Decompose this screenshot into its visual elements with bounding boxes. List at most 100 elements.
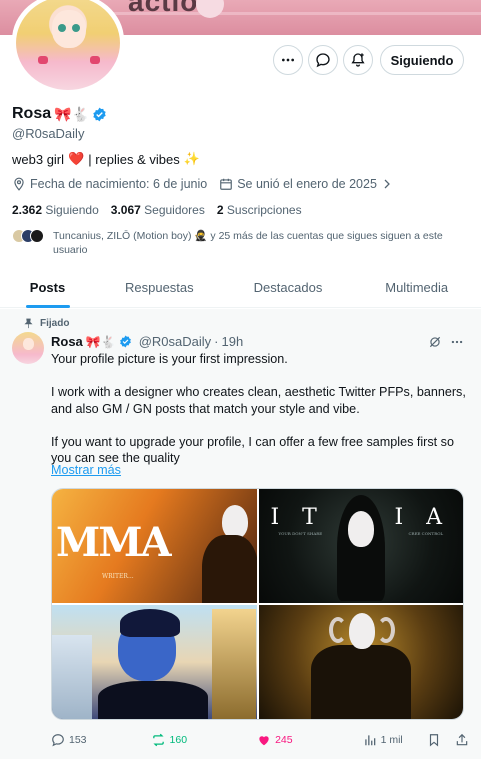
media-image-1-mask xyxy=(222,505,248,539)
reply-count: 153 xyxy=(69,734,87,746)
profile-name-emoji: 🎀🐇 xyxy=(54,105,89,122)
media-image-4-horn-left xyxy=(328,617,347,643)
bio-sparkle-emoji: ✨ xyxy=(183,151,200,166)
post-separator: · xyxy=(214,334,219,349)
avatar-bow-right xyxy=(90,56,100,64)
post-avatar-face xyxy=(23,338,34,350)
reply-button[interactable]: 153 xyxy=(51,733,87,747)
tab-posts[interactable]: Posts xyxy=(0,268,95,307)
post-text: Your profile picture is your first impre… xyxy=(51,352,466,465)
tab-replies[interactable]: Respuestas xyxy=(95,268,224,307)
subs-label: Suscripciones xyxy=(226,203,302,217)
post-author-name[interactable]: Rosa xyxy=(51,334,83,349)
profile-avatar[interactable] xyxy=(12,0,124,90)
avatar-bow-left xyxy=(38,56,48,64)
following-count: 2.362 xyxy=(12,203,43,217)
media-image-1-sub: WRITER... xyxy=(102,573,134,580)
followers-stat[interactable]: 3.067 Seguidores xyxy=(111,203,205,217)
repost-icon xyxy=(152,733,164,747)
media-image-3-body xyxy=(98,681,208,719)
chevron-right-icon[interactable] xyxy=(381,178,393,190)
like-count: 245 xyxy=(275,734,293,746)
media-image-3-hair xyxy=(120,609,180,637)
message-button[interactable] xyxy=(308,45,338,75)
bell-plus-icon xyxy=(351,53,365,67)
post-author-emoji: 🎀🐇 xyxy=(85,334,116,349)
following-button[interactable]: Siguiendo xyxy=(380,45,464,75)
media-image-4-horn-right xyxy=(376,617,395,643)
known-followers-emoji: 🥷 xyxy=(194,230,208,242)
media-image-3[interactable] xyxy=(52,605,257,719)
media-image-2-caption-left: YOUR DON'T SHARE xyxy=(278,531,323,536)
notifications-button[interactable] xyxy=(343,45,373,75)
tab-media[interactable]: Multimedia xyxy=(352,268,481,307)
subscriptions-stat[interactable]: 2 Suscripciones xyxy=(217,203,302,217)
bookmark-icon xyxy=(429,734,439,747)
media-image-2-title-left: I T xyxy=(270,505,325,530)
profile-bio: web3 girl ❤️ | replies & vibes ✨ xyxy=(12,151,200,167)
post-header: Rosa 🎀🐇 @R0saDaily · 19h xyxy=(51,334,243,349)
profile-tabs: Posts Respuestas Destacados Multimedia xyxy=(0,268,481,308)
verified-badge-icon xyxy=(93,107,106,121)
birthday-text: Fecha de nacimiento: 6 de junio xyxy=(30,177,208,191)
bio-text-right: | replies & vibes xyxy=(88,151,180,167)
show-more-link[interactable]: Mostrar más xyxy=(51,463,121,477)
location-pin-icon xyxy=(14,177,24,191)
tab-highlights[interactable]: Destacados xyxy=(224,268,353,307)
like-button[interactable]: 245 xyxy=(257,733,293,747)
media-image-2[interactable]: I T I A YOUR DON'T SHARE CREE CONTROL xyxy=(258,489,463,603)
media-image-1-title: MMA xyxy=(56,519,172,566)
known-followers-names: Tuncanius, ZILŌ (Motion boy) xyxy=(53,230,192,242)
share-button[interactable] xyxy=(455,733,469,747)
subs-count: 2 xyxy=(216,203,224,217)
media-image-4-mask xyxy=(348,613,375,649)
profile-name: Rosa 🎀🐇 xyxy=(12,105,107,123)
post-media-grid: MMA WRITER... I T I A YOUR DON'T SHARE C… xyxy=(51,488,464,720)
bio-text-left: web3 girl xyxy=(12,151,65,167)
verified-badge-icon xyxy=(119,335,131,348)
calendar-icon xyxy=(220,178,233,190)
pinned-post[interactable]: Fijado Rosa 🎀🐇 @R0saDaily · 19h Your pro… xyxy=(0,309,481,759)
repost-count: 160 xyxy=(169,734,188,746)
pinned-label: Fijado xyxy=(40,318,70,329)
views-chart-icon xyxy=(364,735,375,746)
media-image-2-title-right: I A xyxy=(394,505,451,530)
avatar-eye-right xyxy=(72,24,80,32)
views-count: 1 mil xyxy=(380,734,403,746)
views-button[interactable]: 1 mil xyxy=(363,733,403,747)
bookmark-button[interactable] xyxy=(427,733,441,747)
share-icon xyxy=(456,733,468,746)
media-image-1[interactable]: MMA WRITER... xyxy=(52,489,257,603)
grok-icon[interactable] xyxy=(428,335,442,349)
heart-filled-icon xyxy=(259,736,269,746)
bio-heart-emoji: ❤️ xyxy=(68,151,85,166)
repost-button[interactable]: 160 xyxy=(151,733,188,747)
known-follower-avatar xyxy=(30,229,44,243)
post-actions: 153 160 245 1 mil xyxy=(51,733,469,747)
more-options-button[interactable] xyxy=(273,45,303,75)
avatar-eye-left xyxy=(58,24,66,32)
post-author-handle[interactable]: @R0saDaily xyxy=(139,334,211,349)
profile-meta: Fecha de nacimiento: 6 de junio Se unió … xyxy=(12,177,393,191)
post-more-icon[interactable] xyxy=(450,335,464,349)
media-image-3-buildings xyxy=(52,635,92,719)
post-time[interactable]: 19h xyxy=(221,334,243,349)
profile-name-text: Rosa xyxy=(12,105,52,122)
profile-stats: 2.362 Siguiendo 3.067 Seguidores 2 Suscr… xyxy=(12,203,302,217)
pinned-indicator: Fijado xyxy=(24,318,70,329)
media-image-4[interactable] xyxy=(258,605,463,719)
followers-count: 3.067 xyxy=(110,203,141,217)
media-image-4-figure xyxy=(310,645,411,719)
post-author-avatar[interactable] xyxy=(12,332,44,364)
known-followers[interactable]: Tuncanius, ZILŌ (Motion boy) 🥷 y 25 más … xyxy=(12,229,462,257)
more-horizontal-icon xyxy=(282,58,294,62)
media-image-2-caption-right: CREE CONTROL xyxy=(408,531,444,536)
known-followers-avatars xyxy=(12,229,44,257)
following-stat[interactable]: 2.362 Siguiendo xyxy=(12,203,99,217)
avatar-face xyxy=(52,10,86,48)
avatar-image xyxy=(16,0,120,90)
known-followers-text: Tuncanius, ZILŌ (Motion boy) 🥷 y 25 más … xyxy=(53,229,462,257)
followers-label: Seguidores xyxy=(144,203,205,217)
following-label: Siguiendo xyxy=(45,203,99,217)
message-bubble-icon xyxy=(316,53,330,68)
